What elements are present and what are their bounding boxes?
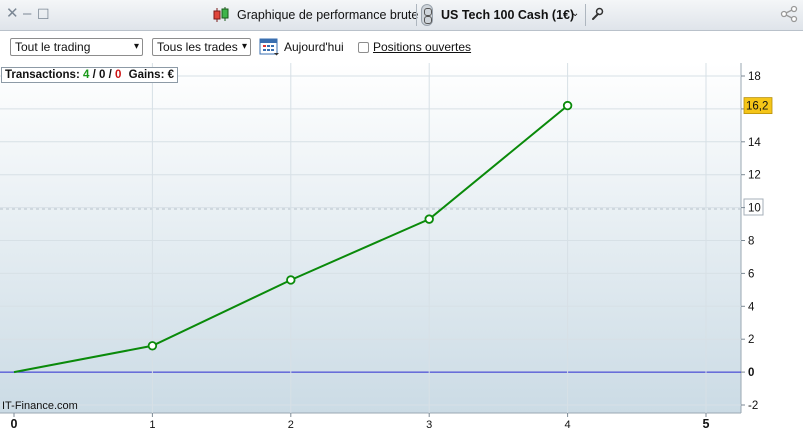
trades-filter-value: Tous les trades <box>157 40 238 54</box>
x-tick-label: 5 <box>703 417 710 431</box>
last-value-label: 16,2 <box>746 101 768 113</box>
wrench-icon[interactable] <box>590 7 604 21</box>
chevron-down-icon[interactable]: ⌄ <box>571 8 579 19</box>
y-tick-label: -2 <box>748 400 758 412</box>
minimize-icon[interactable]: – <box>23 5 31 23</box>
y-tick-label: 18 <box>748 71 761 83</box>
transactions-label: Transactions: <box>5 69 80 81</box>
title-separator <box>585 4 586 26</box>
y-tick-label: 14 <box>748 137 761 149</box>
trades-filter-select[interactable]: Tous les trades ▾ <box>152 38 251 56</box>
y-tick-label: 0 <box>748 367 754 379</box>
x-tick-label: 1 <box>149 419 155 431</box>
trade-point <box>147 341 158 351</box>
gains-label: Gains: € <box>128 69 175 81</box>
chart-toolbar: Tout le trading ▾ Tous les trades ▾ Aujo… <box>0 31 803 63</box>
link-icon[interactable] <box>421 4 433 26</box>
calendar-icon[interactable] <box>259 36 280 56</box>
legend-separator: / <box>92 69 96 81</box>
y-tick-label: 12 <box>748 170 761 182</box>
neutral-trades-count: 0 <box>99 69 106 81</box>
x-tick-label: 0 <box>11 417 18 431</box>
plot-area <box>0 63 741 413</box>
close-icon[interactable]: ✕ <box>6 5 19 23</box>
open-positions-label[interactable]: Positions ouvertes <box>373 40 471 54</box>
y-tick-label: 2 <box>748 334 754 346</box>
trade-point <box>424 214 434 224</box>
y-tick-label: 6 <box>748 268 754 280</box>
maximize-icon[interactable]: ☐ <box>37 5 50 23</box>
trade-point <box>562 100 573 111</box>
today-label[interactable]: Aujourd'hui <box>284 40 344 54</box>
y-tick-label: 10 <box>748 203 761 215</box>
winning-trades-count: 4 <box>82 69 90 81</box>
trading-filter-select[interactable]: Tout le trading ▾ <box>10 38 143 56</box>
x-tick-label: 3 <box>426 419 432 431</box>
legend-separator: / <box>108 69 112 81</box>
x-tick-label: 2 <box>288 419 294 431</box>
title-bar: ✕ – ☐ Graphique de performance brute US … <box>0 0 803 31</box>
candlestick-icon <box>213 7 229 22</box>
losing-trades-count: 0 <box>115 69 122 81</box>
performance-chart: -2024681012141618012345 16,2 IT-Finance.… <box>0 63 773 431</box>
open-positions-checkbox[interactable] <box>358 42 369 53</box>
x-tick-label: 4 <box>565 419 571 431</box>
y-tick-label: 4 <box>748 301 755 313</box>
trade-point <box>286 275 296 285</box>
instrument-selector[interactable]: US Tech 100 Cash (1€) <box>441 8 574 22</box>
window-title: Graphique de performance brute <box>237 8 419 22</box>
transactions-legend: Transactions: 4 / 0 / 0 Gains: € <box>1 67 179 83</box>
chevron-down-icon: ▾ <box>133 41 139 52</box>
trading-filter-value: Tout le trading <box>15 40 91 54</box>
watermark: IT-Finance.com <box>2 400 78 412</box>
chevron-down-icon: ▾ <box>241 41 247 52</box>
y-tick-label: 8 <box>748 236 754 248</box>
title-separator <box>416 4 417 26</box>
share-icon[interactable] <box>780 5 798 23</box>
